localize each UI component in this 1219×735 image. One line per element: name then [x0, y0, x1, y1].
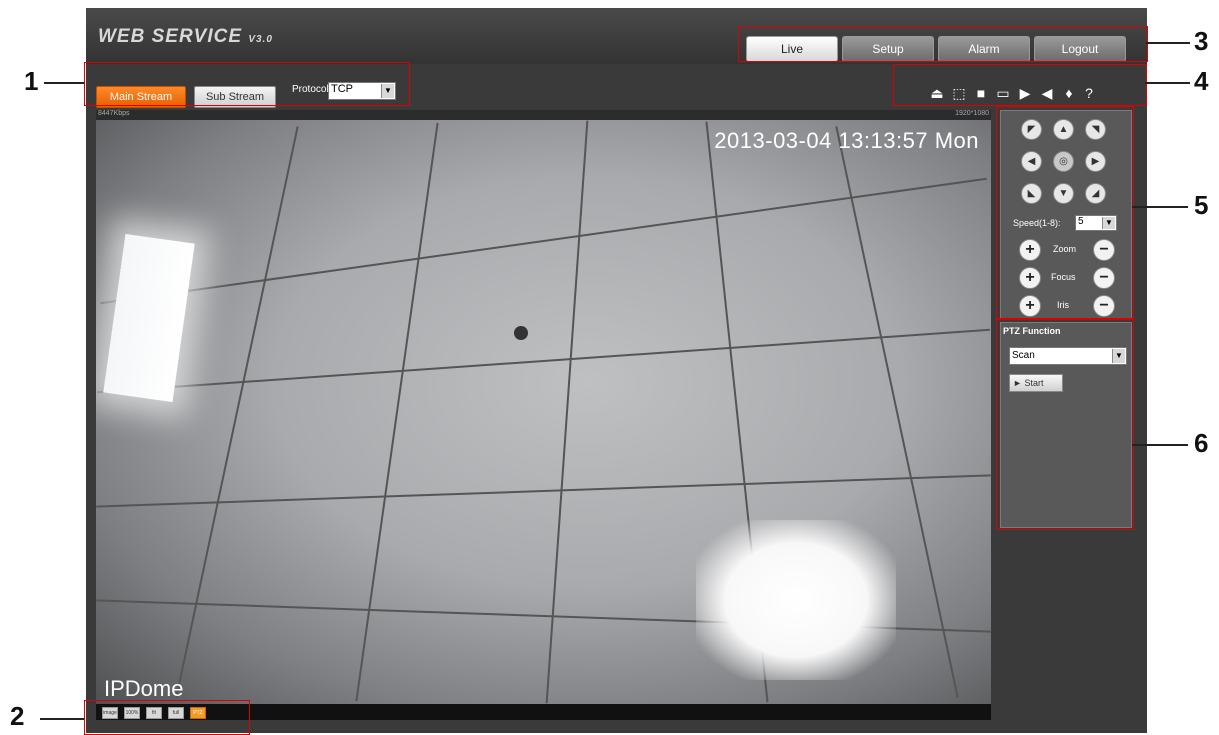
callout-box-3: [738, 26, 1148, 62]
callout-box-5: [996, 106, 1134, 320]
logo-text: WEB SERVICE: [98, 26, 243, 47]
ceiling-line: [175, 126, 299, 698]
callout-line-1: [44, 82, 84, 84]
bitrate-label: 8447Kbps: [98, 110, 130, 117]
resolution-label: 1920*1080: [955, 110, 989, 117]
callout-box-1: [84, 62, 410, 106]
video-viewport[interactable]: 2013-03-04 13:13:57 Mon IPDome: [96, 120, 991, 704]
ceiling-line: [97, 328, 990, 394]
ceiling-line: [100, 177, 987, 305]
callout-number-1: 1: [24, 66, 39, 96]
ceiling-light: [103, 233, 195, 403]
callout-number-5: 5: [1194, 190, 1209, 220]
logo-version: V3.0: [248, 34, 273, 45]
callout-number-6: 6: [1194, 428, 1209, 458]
ceiling-light: [696, 520, 896, 680]
osd-channel-name: IPDome: [104, 676, 184, 701]
callout-line-4: [1145, 82, 1190, 84]
callout-number-2: 2: [10, 701, 25, 731]
callout-box-6: [996, 318, 1134, 530]
ceiling-line: [96, 474, 991, 508]
osd-timestamp: 2013-03-04 13:13:57 Mon: [714, 128, 979, 153]
callout-line-2: [40, 718, 84, 720]
callout-number-3: 3: [1194, 26, 1209, 56]
callout-box-4: [893, 64, 1147, 106]
callout-number-4: 4: [1194, 66, 1209, 96]
ceiling-line: [355, 122, 439, 702]
callout-line-6: [1132, 444, 1188, 446]
callout-box-2: [84, 700, 250, 735]
sensor-dot: [514, 326, 528, 340]
callout-line-3: [1146, 42, 1190, 44]
app-window: WEB SERVICE V3.0 Live Setup Alarm Logout…: [86, 8, 1147, 733]
callout-line-5: [1132, 206, 1188, 208]
app-logo: WEB SERVICE V3.0: [98, 26, 273, 48]
